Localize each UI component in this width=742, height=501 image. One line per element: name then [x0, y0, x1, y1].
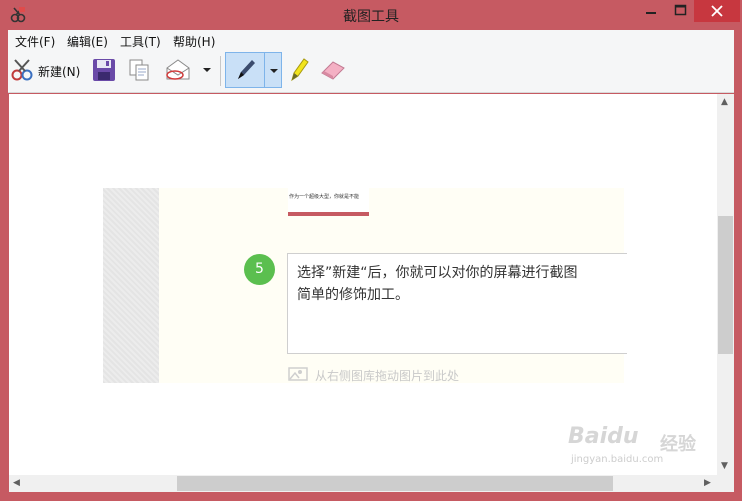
menu-help[interactable]: 帮助(H) — [173, 33, 215, 50]
menu-file[interactable]: 文件(F) — [15, 33, 55, 50]
image-thumbnail: 作为一个超级大型，你就是不能 — [288, 188, 369, 216]
horizontal-scroll-thumb[interactable] — [177, 476, 613, 491]
scroll-left-icon[interactable]: ◀ — [13, 478, 20, 488]
highlighter-icon[interactable] — [288, 56, 310, 84]
step-text-line-2: 简单的修饰加工。 — [297, 287, 409, 303]
menu-tools[interactable]: 工具(T) — [120, 33, 161, 50]
snipping-tool-window: 截图工具 文件(F) 编辑(E) 工具(T) 帮助(H) 新建(N) 作为一个超… — [0, 0, 742, 501]
watermark-url: jingyan.baidu.com — [571, 454, 664, 465]
close-button[interactable] — [694, 0, 740, 22]
toolbar-separator — [220, 56, 221, 86]
horizontal-scrollbar[interactable]: ◀ ▶ — [9, 475, 717, 492]
step-text-box: 选择”新建“后，你就可以对你的屏幕进行截图 简单的修饰加工。 — [287, 253, 627, 354]
thumbnail-text: 作为一个超级大型，你就是不能 — [289, 194, 360, 200]
menu-edit[interactable]: 编辑(E) — [67, 33, 108, 50]
send-dropdown-arrow-icon[interactable] — [202, 66, 212, 74]
pen-icon — [238, 60, 255, 79]
sidebar-pattern — [103, 188, 159, 383]
scroll-right-icon[interactable]: ▶ — [704, 478, 711, 488]
minimize-button[interactable] — [634, 0, 668, 22]
vertical-scroll-thumb[interactable] — [718, 216, 733, 354]
send-email-icon[interactable] — [164, 57, 192, 83]
watermark-brand: Baidu — [568, 424, 639, 449]
eraser-icon[interactable] — [319, 59, 347, 81]
new-snip-label: 新建(N) — [38, 65, 81, 79]
scissors-icon — [11, 59, 33, 81]
step-number-badge: 5 — [244, 254, 275, 285]
maximize-button[interactable] — [664, 0, 698, 22]
menu-bar: 文件(F) 编辑(E) 工具(T) 帮助(H) — [8, 30, 734, 51]
title-bar[interactable]: 截图工具 — [0, 0, 742, 30]
captured-screenshot: 作为一个超级大型，你就是不能 5 选择”新建“后，你就可以对你的屏幕进行截图 简… — [103, 188, 627, 383]
split-divider — [264, 53, 265, 87]
snip-canvas[interactable]: 作为一个超级大型，你就是不能 5 选择”新建“后，你就可以对你的屏幕进行截图 简… — [9, 94, 717, 475]
scroll-down-icon[interactable]: ▼ — [721, 461, 728, 471]
vertical-scrollbar[interactable]: ▲ ▼ — [717, 94, 734, 475]
maximize-icon — [674, 4, 687, 16]
image-icon — [288, 367, 308, 381]
watermark-cn: 经验 — [660, 434, 696, 455]
copy-icon[interactable] — [127, 58, 151, 82]
new-snip-button[interactable]: 新建(N) — [10, 56, 84, 84]
pen-split-button[interactable] — [225, 52, 282, 88]
drop-image-hint: 从右侧图库拖动图片到此处 — [315, 369, 460, 383]
scrollbar-corner — [717, 475, 734, 492]
save-icon[interactable] — [92, 58, 116, 82]
window-title: 截图工具 — [343, 9, 399, 25]
pen-dropdown-arrow-icon[interactable] — [269, 67, 279, 75]
close-icon — [711, 5, 723, 17]
toolbar: 新建(N) — [8, 51, 734, 93]
step-text-line-1: 选择”新建“后，你就可以对你的屏幕进行截图 — [297, 265, 578, 281]
minimize-icon — [646, 12, 656, 14]
scroll-up-icon[interactable]: ▲ — [721, 97, 728, 107]
